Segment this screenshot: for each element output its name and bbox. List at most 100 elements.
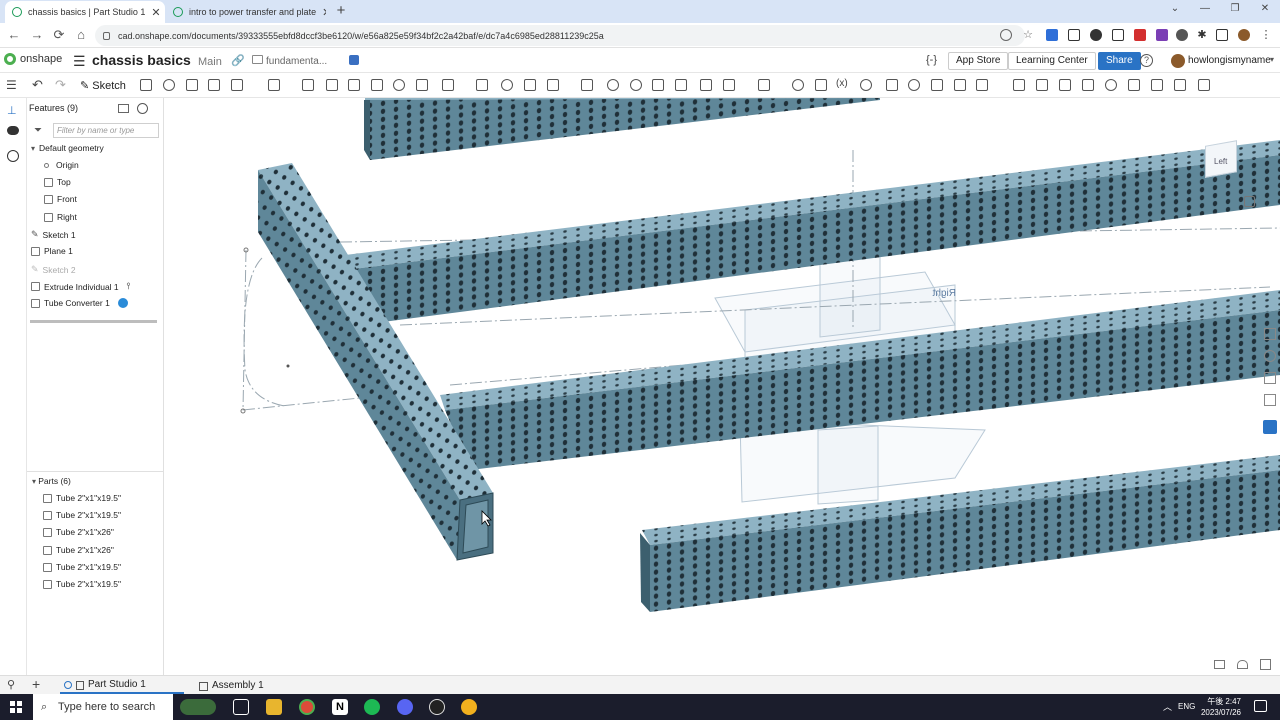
custom-feature-icon[interactable] xyxy=(1174,79,1186,91)
tree-item-extrude-individual-1[interactable]: Extrude Individual 1 ⫯ xyxy=(31,281,131,292)
loft-icon[interactable] xyxy=(208,79,220,91)
notion-icon[interactable]: N xyxy=(332,699,348,715)
custom-feature-icon[interactable] xyxy=(931,79,943,91)
revolve-icon[interactable] xyxy=(163,79,175,91)
sweep-icon[interactable] xyxy=(186,79,198,91)
delete-part-icon[interactable] xyxy=(581,79,593,91)
surface-icon[interactable] xyxy=(815,79,827,91)
input-language[interactable]: ENG xyxy=(1178,702,1195,711)
feature-list-icon[interactable]: ☰ xyxy=(6,78,17,92)
draft-icon[interactable] xyxy=(326,79,338,91)
custom-feature-icon[interactable] xyxy=(908,79,920,91)
custom-feature-icon[interactable] xyxy=(1036,79,1048,91)
back-arrow-icon[interactable]: ← xyxy=(5,26,23,44)
rib-icon[interactable] xyxy=(348,79,360,91)
chrome-icon[interactable] xyxy=(299,699,315,715)
system-tray-chevron-icon[interactable]: ︿ xyxy=(1163,700,1172,713)
mate-connector-icon[interactable] xyxy=(630,79,642,91)
sheet-metal-icon[interactable] xyxy=(652,79,664,91)
shell-icon[interactable] xyxy=(371,79,383,91)
hole-icon[interactable] xyxy=(393,79,405,91)
share-button[interactable]: Share xyxy=(1098,52,1141,70)
custom-feature-icon[interactable] xyxy=(1013,79,1025,91)
split-icon[interactable] xyxy=(524,79,536,91)
custom-feature-icon[interactable] xyxy=(954,79,966,91)
app-store-button[interactable]: App Store xyxy=(948,52,1009,70)
tube-part[interactable] xyxy=(640,455,1280,612)
minimize-button[interactable]: — xyxy=(1190,3,1220,14)
link-icon[interactable]: 🔗 xyxy=(231,54,245,67)
chevron-down-icon[interactable]: ▾ xyxy=(1270,55,1274,64)
helix-icon[interactable] xyxy=(700,79,712,91)
side-panel-icon[interactable] xyxy=(1216,29,1228,41)
view-options-icon[interactable] xyxy=(1244,196,1255,207)
section-view-icon[interactable] xyxy=(792,79,804,91)
part-list-item[interactable]: Tube 2"x1"x19.5" xyxy=(43,493,121,503)
home-icon[interactable]: ⌂ xyxy=(72,26,90,44)
custom-feature-icon[interactable] xyxy=(1151,79,1163,91)
mirror-icon[interactable] xyxy=(476,79,488,91)
thicken-icon[interactable] xyxy=(231,79,243,91)
spotify-icon[interactable] xyxy=(364,699,380,715)
view-cube[interactable]: Left xyxy=(1197,133,1245,181)
url-field[interactable]: cad.onshape.com/documents/39333555ebfd8d… xyxy=(95,25,1025,46)
custom-feature-icon[interactable] xyxy=(1105,79,1117,91)
custom-feature-icon[interactable] xyxy=(1059,79,1071,91)
custom-feature-icon[interactable] xyxy=(1082,79,1094,91)
feature-filter-input[interactable]: Filter by name or type xyxy=(53,123,159,138)
custom-feature-icon[interactable] xyxy=(1128,79,1140,91)
taskbar-search-input[interactable]: Type here to search xyxy=(33,694,173,720)
model-canvas[interactable]: Right xyxy=(164,98,1280,675)
extension-icon[interactable] xyxy=(1112,29,1124,41)
panel-divider[interactable] xyxy=(27,471,164,472)
browser-tab[interactable]: intro to power transfer and plate ✕ xyxy=(166,1,326,23)
tree-item-front[interactable]: Front xyxy=(44,194,77,204)
transform-icon[interactable] xyxy=(547,79,559,91)
close-window-button[interactable]: ✕ xyxy=(1250,3,1280,14)
windows-start-icon[interactable] xyxy=(10,701,22,713)
linear-pattern-icon[interactable] xyxy=(442,79,454,91)
display-mode-icon[interactable] xyxy=(1264,328,1276,340)
hamburger-menu-icon[interactable]: ☰ xyxy=(73,53,86,70)
mass-properties-icon[interactable] xyxy=(1264,394,1276,406)
extension-icon[interactable] xyxy=(1090,29,1102,41)
add-custom-feature-icon[interactable] xyxy=(1198,79,1210,91)
frame-icon[interactable] xyxy=(723,79,735,91)
file-explorer-icon[interactable] xyxy=(266,699,282,715)
view-orientation-icon[interactable] xyxy=(1237,660,1248,669)
qr-extension-icon[interactable] xyxy=(1068,29,1080,41)
bookmark-star-icon[interactable]: ☆ xyxy=(1022,29,1034,41)
tube-part[interactable] xyxy=(364,98,880,160)
graphics-viewport[interactable]: Right Left xyxy=(164,98,1280,675)
learning-center-button[interactable]: Learning Center xyxy=(1008,52,1096,70)
tab-search-icon[interactable]: ⌄ xyxy=(1160,3,1190,14)
info-icon[interactable] xyxy=(117,298,128,308)
version-graph-icon[interactable] xyxy=(349,55,359,65)
puzzle-extensions-icon[interactable]: ✱ xyxy=(1196,29,1208,41)
folder-add-icon[interactable] xyxy=(118,104,129,113)
tab-assembly-1[interactable]: Assembly 1 xyxy=(195,678,264,694)
properties-icon[interactable] xyxy=(1264,372,1276,384)
tab-part-studio-1[interactable]: Part Studio 1 xyxy=(60,678,184,694)
sketch-button[interactable]: ✎ Sketch xyxy=(80,79,126,92)
onshape-logo[interactable]: onshape xyxy=(4,53,62,65)
flange-icon[interactable] xyxy=(675,79,687,91)
tree-item-tube-converter-1[interactable]: Tube Converter 1 xyxy=(31,298,128,308)
close-tab-icon[interactable]: ✕ xyxy=(316,6,326,19)
rollback-bar[interactable] xyxy=(30,320,157,323)
username-label[interactable]: howlongismyname xyxy=(1188,55,1271,66)
user-avatar[interactable] xyxy=(1171,54,1185,68)
configuration-icon[interactable] xyxy=(860,79,872,91)
tree-item-plane-1[interactable]: Plane 1 xyxy=(31,246,73,256)
custom-features-icon[interactable]: {-} xyxy=(926,54,937,66)
undo-icon[interactable]: ↶ xyxy=(32,77,43,93)
task-view-icon[interactable] xyxy=(233,699,249,715)
tab-manager-icon[interactable]: ⚲ xyxy=(7,678,15,691)
add-tab-icon[interactable]: + xyxy=(32,676,40,692)
maximize-button[interactable]: ❐ xyxy=(1220,3,1250,14)
new-tab-button[interactable]: + xyxy=(332,2,350,20)
rendering-icon[interactable] xyxy=(1260,659,1271,670)
comments-icon[interactable] xyxy=(7,126,19,135)
zoom-fit-icon[interactable] xyxy=(1214,660,1225,669)
reload-icon[interactable]: ⟳ xyxy=(50,26,68,44)
